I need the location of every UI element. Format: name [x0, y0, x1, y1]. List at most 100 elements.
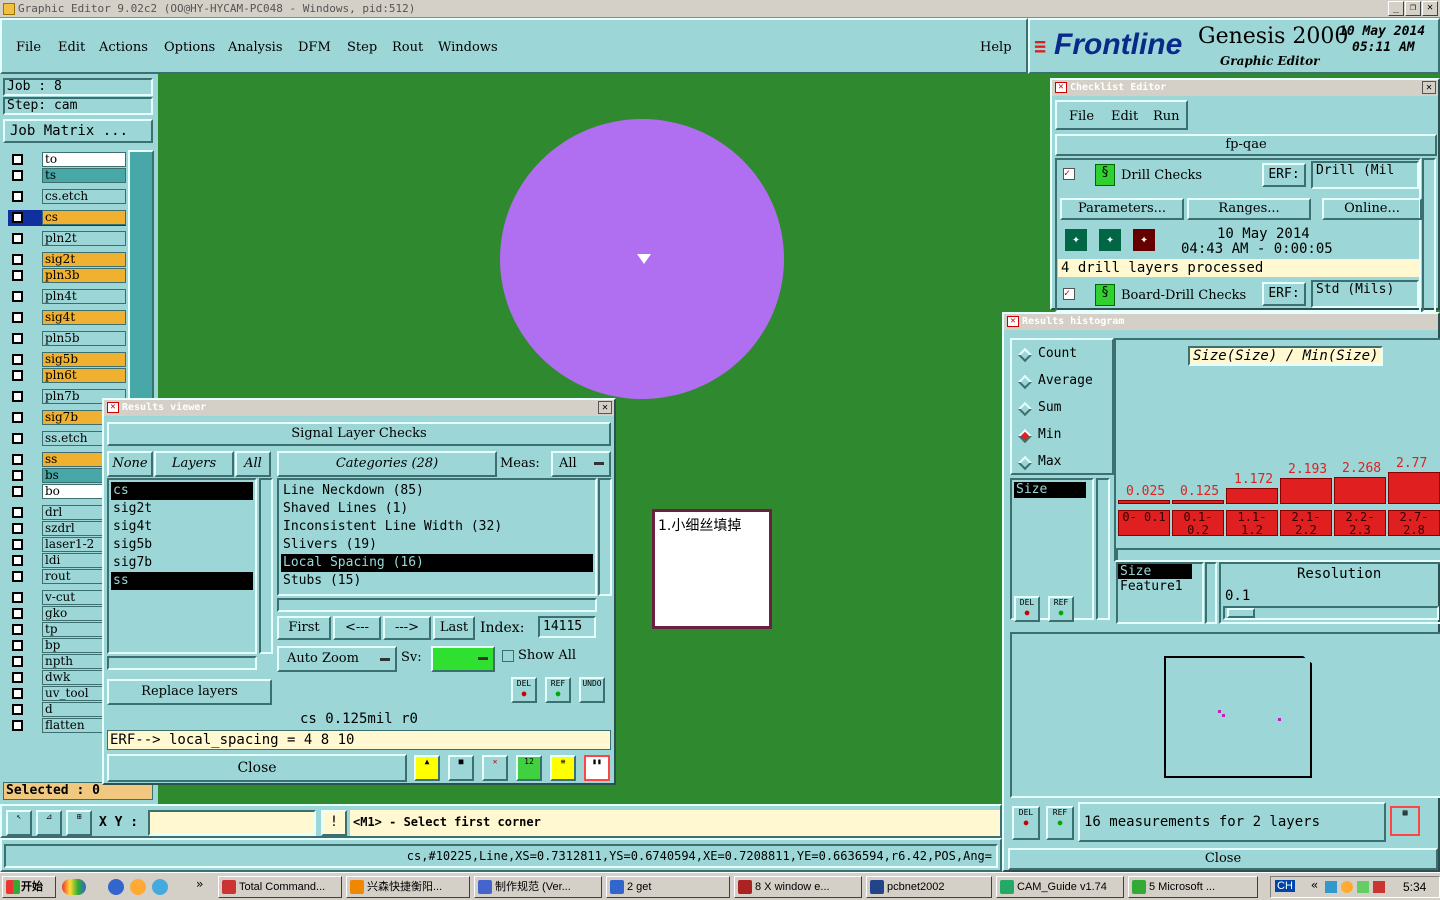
index-field[interactable]: 14115 [538, 616, 596, 638]
category-item[interactable]: Inconsistent Line Width (32) [281, 518, 593, 536]
meas-dropdown[interactable]: All [551, 451, 611, 477]
quicklaunch2-icon[interactable] [152, 879, 168, 895]
radio-off-icon[interactable] [1017, 347, 1033, 363]
item1-erf-button[interactable]: ERF: [1262, 163, 1306, 187]
layer-name[interactable]: pln2t [42, 231, 126, 246]
menu-help[interactable]: Help [980, 40, 1012, 55]
layer-checkbox[interactable] [12, 571, 23, 582]
layer-row[interactable]: cs.etch [8, 189, 126, 205]
replace-layers-button[interactable]: Replace layers [107, 679, 272, 705]
language-indicator[interactable]: CH [1275, 880, 1295, 892]
layer-checkbox[interactable] [12, 507, 23, 518]
layer-name[interactable]: cs.etch [42, 189, 126, 204]
category-item[interactable]: Line Neckdown (85) [281, 482, 593, 500]
menu-rout[interactable]: Rout [392, 40, 423, 55]
layer-result-item[interactable]: ss [111, 572, 253, 590]
restore-icon[interactable]: ❐ [1405, 1, 1421, 16]
last-button[interactable]: Last [433, 616, 475, 640]
radio-off-icon[interactable] [1017, 374, 1033, 390]
layer-row[interactable]: pln4t [8, 289, 126, 305]
layer-checkbox[interactable] [12, 720, 23, 731]
menu-actions[interactable]: Actions [99, 40, 148, 55]
item2-erf-button[interactable]: ERF: [1262, 282, 1306, 306]
checklist-vscroll[interactable] [1422, 158, 1436, 312]
layer-checkbox[interactable] [12, 191, 23, 202]
layer-checkbox[interactable] [12, 640, 23, 651]
layer-checkbox[interactable] [12, 170, 23, 181]
checklist-menu-run[interactable]: Run [1153, 109, 1180, 124]
hist-ref-button[interactable]: REF ● [1048, 596, 1074, 622]
layer-name[interactable]: sig4t [42, 310, 126, 325]
categories-button[interactable]: Categories (28) [277, 451, 497, 477]
taskbar-button[interactable]: 5 Microsoft ... [1128, 876, 1258, 898]
layer-checkbox[interactable] [12, 291, 23, 302]
xy-input[interactable] [148, 810, 316, 836]
close-icon[interactable]: ✕ [1422, 1, 1438, 16]
layer-row[interactable]: sig2t [8, 252, 126, 268]
tool3-icon[interactable]: ✕ [482, 755, 508, 781]
layer-checkbox[interactable] [12, 688, 23, 699]
auto-zoom-dropdown[interactable]: Auto Zoom [277, 646, 397, 672]
taskbar-button[interactable]: Total Command... [218, 876, 342, 898]
alert-icon[interactable]: ! [321, 810, 347, 836]
layer-row[interactable]: pln3b [8, 268, 126, 284]
layer-list-vscroll[interactable] [259, 478, 273, 654]
layer-checkbox[interactable] [12, 555, 23, 566]
layer-name[interactable]: cs [42, 210, 126, 225]
category-vscroll[interactable] [598, 478, 612, 596]
histogram-bar[interactable] [1118, 500, 1170, 504]
layers-button[interactable]: Layers [154, 451, 234, 477]
tray-icon-1[interactable] [1325, 881, 1337, 893]
taskbar-button[interactable]: 制作规范 (Ver... [474, 876, 602, 898]
layer-list-hscroll[interactable] [107, 656, 257, 670]
category-item[interactable]: Stubs (15) [281, 572, 593, 590]
stop-icon[interactable]: ✦ [1131, 227, 1157, 253]
taskbar-button[interactable]: 8 X window e... [734, 876, 862, 898]
item1-checkbox[interactable]: ✓ [1063, 168, 1075, 180]
next-button[interactable]: ---> [383, 616, 431, 640]
histogram-bar[interactable] [1172, 500, 1224, 504]
layer-checkbox[interactable] [12, 312, 23, 323]
run-all-icon[interactable]: ✦ [1097, 227, 1123, 253]
tray-icon-3[interactable] [1357, 881, 1369, 893]
radio-on-icon[interactable] [1017, 428, 1033, 444]
checklist-menu-edit[interactable]: Edit [1111, 109, 1138, 124]
layer-name[interactable]: pln3b [42, 268, 126, 283]
layer-checkbox[interactable] [12, 704, 23, 715]
layer-name[interactable]: ts [42, 168, 126, 183]
hist-del-button[interactable]: DEL ● [1014, 596, 1040, 622]
layer-checkbox[interactable] [12, 470, 23, 481]
layer-checkbox[interactable] [12, 391, 23, 402]
start-button[interactable]: 开始 [2, 876, 56, 898]
messenger-icon[interactable] [62, 879, 86, 895]
taskbar-button[interactable]: 兴森快捷衡阳... [346, 876, 470, 898]
tool2-icon[interactable]: ■ [448, 755, 474, 781]
layer-name[interactable]: pln4t [42, 289, 126, 304]
menu-step[interactable]: Step [347, 40, 377, 55]
layer-checkbox[interactable] [12, 672, 23, 683]
layer-name[interactable]: sig5b [42, 352, 126, 367]
layer-row[interactable]: sig5b [8, 352, 126, 368]
first-button[interactable]: First [277, 616, 331, 640]
feature-scroll[interactable] [1205, 562, 1217, 624]
prev-button[interactable]: <--- [333, 616, 381, 640]
tray-chevron-icon[interactable]: « [1311, 878, 1318, 892]
item2-checkbox[interactable]: ✓ [1063, 288, 1075, 300]
size-item[interactable]: Size [1014, 482, 1086, 498]
close-button[interactable]: Close [107, 754, 407, 782]
minimize-icon[interactable]: _ [1388, 1, 1404, 16]
layer-checkbox[interactable] [12, 486, 23, 497]
tool1-icon[interactable]: ▲ [414, 755, 440, 781]
quicklaunch-icon[interactable] [130, 879, 146, 895]
run-icon[interactable]: ✦ [1063, 227, 1089, 253]
chart-hscroll[interactable] [1116, 548, 1440, 560]
layer-name[interactable]: to [42, 152, 126, 167]
preview-ref-button[interactable]: REF ● [1046, 806, 1074, 840]
layer-checkbox[interactable] [12, 656, 23, 667]
layer-checkbox[interactable] [12, 523, 23, 534]
layer-result-item[interactable]: cs [111, 482, 253, 500]
feature1-item[interactable]: Feature1 [1118, 579, 1202, 594]
tray-icon-4[interactable] [1373, 881, 1385, 893]
taskbar-button[interactable]: pcbnet2002 [866, 876, 992, 898]
layer-row[interactable]: to [8, 152, 126, 168]
